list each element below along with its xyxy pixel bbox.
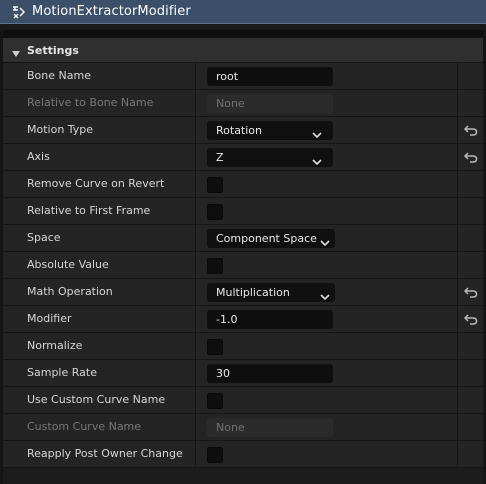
column-splitter[interactable]	[195, 306, 196, 332]
details-panel: Settings Bone Name root Relative to Bone N…	[3, 38, 483, 484]
property-row-reapply-post-owner-change: Reapply Post Owner Change	[3, 441, 483, 468]
property-label: Remove Curve on Revert	[27, 177, 165, 190]
reset-column-divider	[457, 117, 458, 143]
column-splitter[interactable]	[195, 117, 196, 143]
use-custom-curve-name-checkbox[interactable]	[207, 393, 223, 409]
dropdown-value: Component Space	[216, 232, 317, 245]
column-splitter[interactable]	[195, 360, 196, 386]
details-title: MotionExtractorModifier	[32, 4, 191, 19]
reset-column-divider	[457, 360, 458, 386]
property-label: Bone Name	[27, 69, 91, 82]
relative-to-bone-name-input: None	[207, 94, 333, 113]
reset-column-divider	[457, 279, 458, 305]
property-row-space: Space Component Space	[3, 225, 483, 252]
property-row-bone-name: Bone Name root	[3, 63, 483, 90]
property-row-modifier: Modifier -1.0	[3, 306, 483, 333]
column-splitter[interactable]	[195, 333, 196, 359]
dropdown-value: Rotation	[216, 124, 263, 137]
property-row-remove-curve-on-revert: Remove Curve on Revert	[3, 171, 483, 198]
modifier-input[interactable]: -1.0	[207, 310, 333, 329]
property-row-sample-rate: Sample Rate 30	[3, 360, 483, 387]
column-splitter[interactable]	[195, 171, 196, 197]
reset-column-divider	[457, 63, 458, 89]
column-splitter[interactable]	[195, 144, 196, 170]
property-row-relative-to-first-frame: Relative to First Frame	[3, 198, 483, 225]
relative-to-first-frame-checkbox[interactable]	[207, 204, 223, 220]
search-spacer	[3, 30, 483, 38]
settings-category-label: Settings	[27, 44, 79, 57]
property-row-motion-type: Motion Type Rotation	[3, 117, 483, 144]
column-splitter[interactable]	[195, 252, 196, 278]
column-splitter[interactable]	[195, 441, 196, 467]
property-label: Use Custom Curve Name	[27, 393, 166, 406]
motion-type-dropdown[interactable]: Rotation	[207, 121, 333, 140]
property-label: Motion Type	[27, 123, 94, 136]
property-label: Math Operation	[27, 285, 113, 298]
chevron-down-icon	[312, 127, 322, 139]
dropdown-value: Z	[216, 151, 224, 164]
details-title-bar: MotionExtractorModifier	[0, 0, 486, 24]
remove-curve-on-revert-checkbox[interactable]	[207, 177, 223, 193]
reset-column-divider	[457, 225, 458, 251]
reset-column-divider	[457, 387, 458, 413]
normalize-checkbox[interactable]	[207, 339, 223, 355]
reset-column-divider	[457, 333, 458, 359]
property-label: Reapply Post Owner Change	[27, 447, 183, 460]
reset-to-default-icon[interactable]	[463, 313, 478, 325]
reset-to-default-icon[interactable]	[463, 286, 478, 298]
property-label: Relative to First Frame	[27, 204, 151, 217]
column-splitter[interactable]	[195, 387, 196, 413]
caret-down-icon[interactable]	[12, 47, 20, 57]
chevron-down-icon	[320, 289, 330, 301]
property-label: Normalize	[27, 339, 83, 352]
property-label: Relative to Bone Name	[27, 96, 154, 109]
property-row-normalize: Normalize	[3, 333, 483, 360]
property-row-absolute-value: Absolute Value	[3, 252, 483, 279]
property-row-math-operation: Math Operation Multiplication	[3, 279, 483, 306]
reset-column-divider	[457, 171, 458, 197]
chevron-down-icon	[320, 235, 330, 247]
reset-to-default-icon[interactable]	[463, 151, 478, 163]
reapply-post-owner-change-checkbox[interactable]	[207, 447, 223, 463]
property-label: Sample Rate	[27, 366, 97, 379]
column-splitter[interactable]	[195, 198, 196, 224]
axis-dropdown[interactable]: Z	[207, 148, 333, 167]
space-dropdown[interactable]: Component Space	[207, 229, 335, 248]
bone-name-input[interactable]: root	[207, 67, 333, 86]
math-operation-dropdown[interactable]: Multiplication	[207, 283, 335, 302]
panel-bottom	[3, 468, 483, 484]
dropdown-value: Multiplication	[216, 286, 290, 299]
property-label: Modifier	[27, 312, 72, 325]
property-row-relative-to-bone-name: Relative to Bone Name None	[3, 90, 483, 117]
reset-column-divider	[457, 414, 458, 440]
property-label: Custom Curve Name	[27, 420, 142, 433]
chevron-down-icon	[312, 154, 322, 166]
reset-column-divider	[457, 144, 458, 170]
column-splitter[interactable]	[195, 225, 196, 251]
sample-rate-input[interactable]: 30	[207, 364, 333, 383]
property-row-custom-curve-name: Custom Curve Name None	[3, 414, 483, 441]
reset-column-divider	[457, 441, 458, 467]
column-splitter[interactable]	[195, 414, 196, 440]
column-splitter[interactable]	[195, 90, 196, 116]
settings-category-header[interactable]: Settings	[3, 38, 483, 63]
reset-column-divider	[457, 306, 458, 332]
column-splitter[interactable]	[195, 279, 196, 305]
property-label: Absolute Value	[27, 258, 109, 271]
property-label: Space	[27, 231, 61, 244]
reset-column-divider	[457, 90, 458, 116]
custom-curve-name-input: None	[207, 418, 333, 437]
column-splitter[interactable]	[195, 63, 196, 89]
absolute-value-checkbox[interactable]	[207, 258, 223, 274]
property-label: Axis	[27, 150, 50, 163]
property-row-axis: Axis Z	[3, 144, 483, 171]
reset-to-default-icon[interactable]	[463, 124, 478, 136]
reset-column-divider	[457, 252, 458, 278]
reset-column-divider	[457, 198, 458, 224]
property-row-use-custom-curve-name: Use Custom Curve Name	[3, 387, 483, 414]
modifier-icon	[11, 4, 27, 20]
